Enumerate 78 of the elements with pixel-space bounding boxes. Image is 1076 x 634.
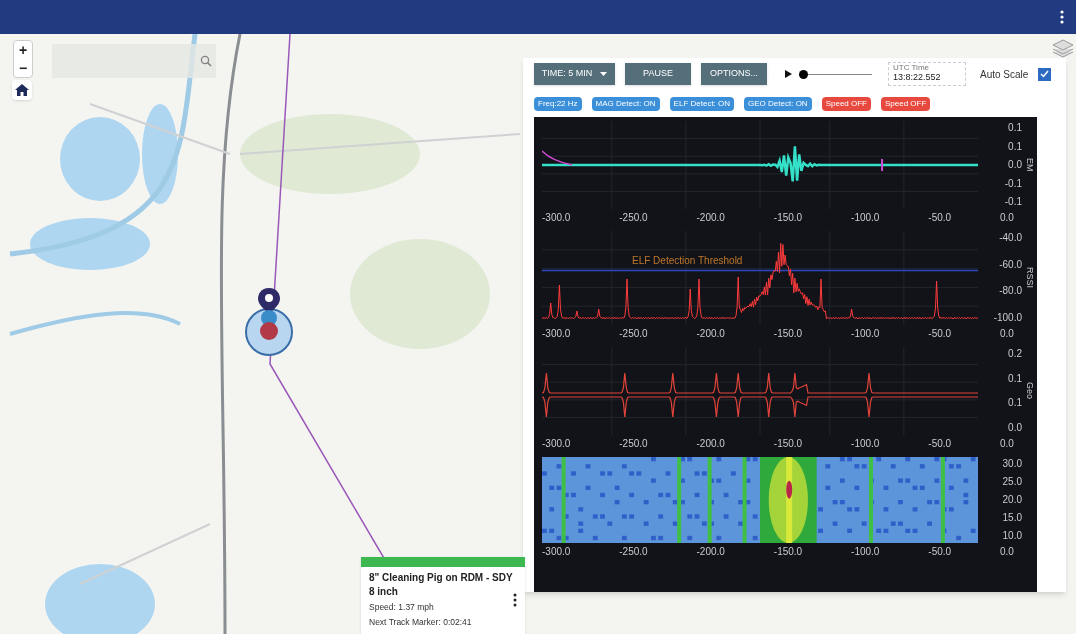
popup-title: 8" Cleaning Pig on RDM - SDY 8 inch — [369, 571, 513, 599]
x-axis-label: -250.0 — [619, 439, 648, 449]
x-axis-label: -250.0 — [619, 213, 648, 223]
x-axis-label: -200.0 — [696, 213, 725, 223]
options-button[interactable]: OPTIONS... — [701, 63, 767, 85]
location-marker-icon[interactable] — [244, 288, 294, 358]
y-axis-label: 15.0 — [1001, 513, 1022, 523]
x-axis-label: 0.0 — [1000, 547, 1014, 557]
x-axis-label: -50.0 — [928, 329, 952, 339]
y-axis-label: 0.2 — [1007, 349, 1022, 359]
slider-thumb[interactable] — [799, 69, 809, 79]
x-axis-label: -50.0 — [928, 439, 952, 449]
x-axis-label: -200.0 — [696, 329, 725, 339]
x-axis-label: -200.0 — [696, 547, 725, 557]
pause-button[interactable]: PAUSE — [625, 63, 691, 85]
home-button[interactable] — [12, 80, 32, 100]
x-axis-label: -150.0 — [773, 547, 803, 557]
x-axis-label: -50.0 — [928, 213, 952, 223]
zoom-out-button[interactable]: − — [14, 59, 32, 77]
x-axis-label: -300.0 — [542, 439, 571, 449]
y-axis-label: -60.0 — [998, 259, 1022, 270]
more-options-icon[interactable] — [513, 593, 517, 607]
x-axis-label: -300.0 — [542, 547, 571, 557]
time-range-dropdown[interactable]: TIME: 5 MIN — [534, 63, 615, 85]
axis-title: RSSI — [1024, 267, 1034, 289]
x-axis-label: -150.0 — [773, 329, 803, 339]
popup-detail: Next Track Marker: 0:02:41 — [369, 616, 473, 629]
popup-detail: Speed: 1.37 mph — [369, 601, 435, 614]
y-axis-label: -0.1 — [1003, 178, 1022, 189]
y-axis-label: -40.0 — [998, 233, 1022, 243]
status-badge: ELF Detect: ON — [669, 97, 735, 111]
x-axis-label: -250.0 — [619, 547, 648, 557]
x-axis-label: -100.0 — [851, 213, 880, 223]
utc-time-field[interactable]: UTC Time 13:8:22.552 — [888, 62, 966, 86]
x-axis-label: -200.0 — [696, 439, 725, 449]
more-menu-icon[interactable] — [1060, 10, 1064, 24]
utc-time-label: UTC Time — [893, 64, 930, 73]
x-axis-label: -100.0 — [851, 439, 880, 449]
zoom-in-button[interactable]: + — [14, 41, 32, 59]
utc-time-value: 13:8:22.552 — [893, 72, 942, 84]
y-axis-label: -100.0 — [992, 312, 1022, 323]
x-axis-label: -300.0 — [542, 329, 571, 339]
y-axis-label: 0.0 — [1007, 422, 1022, 433]
y-axis-label: 30.0 — [1001, 459, 1022, 469]
y-axis-label: 0.1 — [1007, 398, 1022, 409]
playback-slider[interactable] — [802, 69, 872, 79]
x-axis-label: -100.0 — [851, 547, 880, 557]
x-axis-label: -50.0 — [928, 547, 952, 557]
y-axis-label: 25.0 — [1001, 477, 1022, 487]
auto-scale-label: Auto Scale — [980, 67, 1029, 82]
y-axis-label: -0.1 — [1003, 197, 1022, 207]
y-axis-label: 0.0 — [1007, 160, 1022, 170]
auto-scale-checkbox[interactable] — [1038, 67, 1052, 81]
threshold-label: ELF Detection Threshold — [632, 254, 743, 268]
play-icon[interactable] — [785, 70, 792, 78]
status-badge: Speed OFF — [821, 97, 871, 111]
y-axis-label: 20.0 — [1001, 495, 1022, 505]
axis-title: Geo — [1024, 382, 1034, 400]
axis-title: EM — [1024, 158, 1034, 172]
x-axis-label: -150.0 — [773, 439, 803, 449]
y-axis-label: 0.1 — [1007, 373, 1022, 384]
status-badge: MAG Detect: ON — [591, 97, 660, 111]
y-axis-label: 0.1 — [1007, 141, 1022, 152]
y-axis-label: 0.1 — [1007, 123, 1022, 133]
x-axis-label: -250.0 — [619, 329, 648, 339]
x-axis-label: -150.0 — [773, 213, 803, 223]
x-axis-label: -100.0 — [851, 329, 880, 339]
x-axis-label: 0.0 — [1000, 213, 1014, 223]
status-badge: Freq:22 Hz — [534, 97, 582, 111]
y-axis-label: -80.0 — [998, 286, 1022, 297]
x-axis-label: -300.0 — [542, 213, 571, 223]
status-badge: GEO Detect: ON — [744, 97, 812, 111]
search-icon — [200, 55, 212, 67]
x-axis-label: 0.0 — [1000, 439, 1014, 449]
status-badge: Speed OFF — [881, 97, 931, 111]
y-axis-label: 10.0 — [1001, 531, 1022, 541]
x-axis-label: 0.0 — [1000, 329, 1014, 339]
caret-icon — [600, 72, 608, 76]
